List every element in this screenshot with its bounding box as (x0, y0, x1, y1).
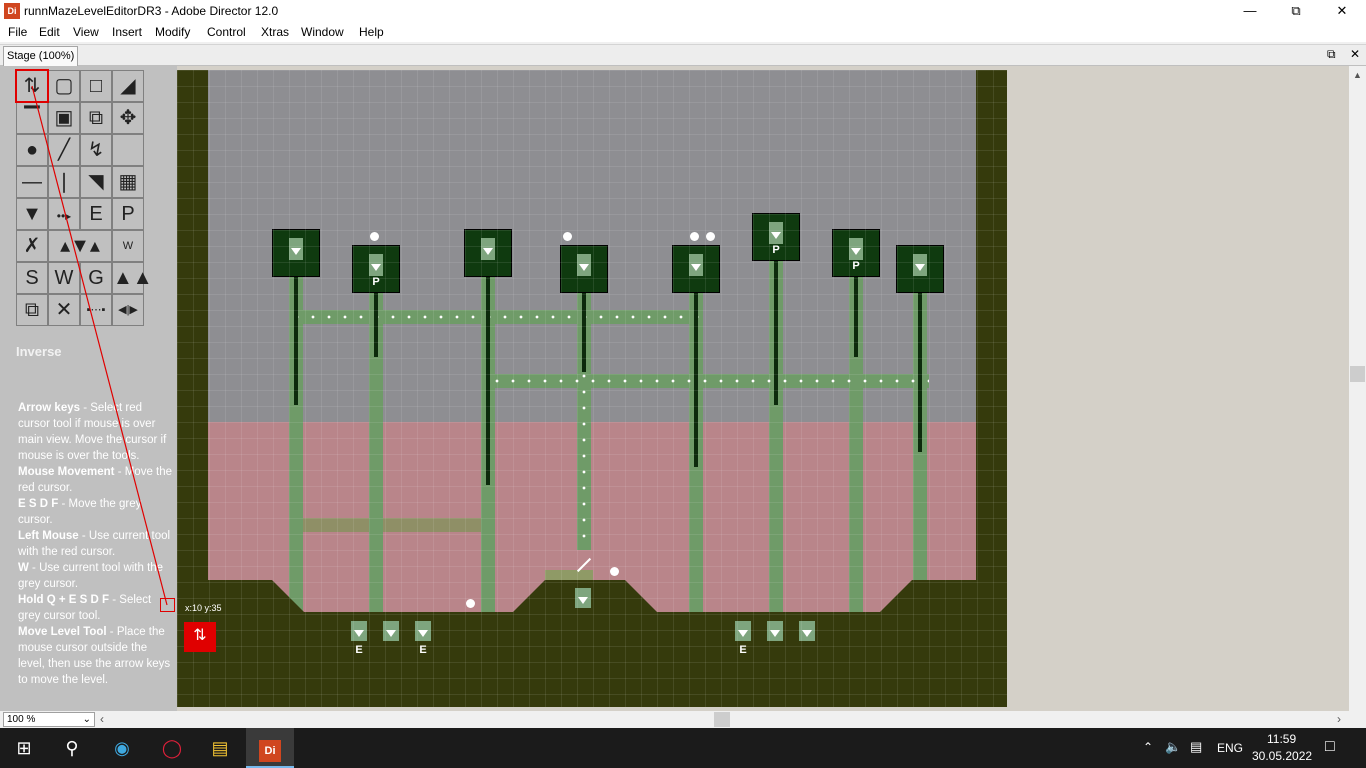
level-grid (177, 70, 1007, 707)
menu-window[interactable]: Window (301, 25, 344, 39)
scroll-right-icon[interactable]: › (1337, 712, 1341, 726)
vertical-scroll-thumb[interactable] (1350, 366, 1365, 382)
clock-time[interactable]: 11:59 (1267, 732, 1296, 746)
menu-bar: File Edit View Insert Modify Control Xtr… (0, 22, 1366, 42)
stage-workspace: ⇅ ▢ □ ◢ ▔ ▣ ⧉ ✥ ● ╱ ↯ — ❘ ◥ ▦ ▼ ••▸ E P … (0, 66, 1349, 711)
zoom-dropdown[interactable]: 100 % ⌄ (3, 712, 95, 727)
volume-icon[interactable]: 🔈 (1165, 739, 1181, 755)
close-button[interactable]: ✕ (1319, 0, 1365, 22)
menu-help[interactable]: Help (359, 25, 384, 39)
panel-maximize-icon[interactable]: ⧉ (1327, 47, 1336, 62)
menu-control[interactable]: Control (207, 25, 246, 39)
language-indicator[interactable]: ENG (1217, 741, 1243, 755)
red-cursor-icon: ⇅ (184, 622, 216, 652)
panel-close-icon[interactable]: ✕ (1350, 47, 1360, 61)
file-explorer-icon[interactable]: ▤ (196, 728, 244, 768)
window-title: runnMazeLevelEditorDR3 - Adobe Director … (24, 4, 279, 18)
menu-file[interactable]: File (8, 25, 27, 39)
level-view[interactable]: P P P E E E x:10 y:35 ⇅ (177, 70, 1007, 707)
opera-browser-icon[interactable]: ◯ (148, 728, 196, 768)
menu-insert[interactable]: Insert (112, 25, 142, 39)
vertical-scrollbar[interactable]: ▲ (1349, 66, 1366, 711)
menu-edit[interactable]: Edit (39, 25, 60, 39)
menu-modify[interactable]: Modify (155, 25, 190, 39)
stage-tab[interactable]: Stage (100%) (3, 46, 79, 66)
scroll-up-icon[interactable]: ▲ (1353, 70, 1362, 80)
minimize-icon: — (1243, 3, 1257, 18)
horizontal-scrollbar[interactable]: ‹ › (0, 711, 1366, 728)
zoom-value: 100 % (7, 714, 36, 725)
search-icon[interactable]: ⚲ (48, 728, 96, 768)
minimize-button[interactable]: — (1227, 0, 1273, 22)
chevron-down-icon: ⌄ (82, 714, 91, 725)
cursor-guide-line (31, 85, 168, 606)
title-bar: Di runnMazeLevelEditorDR3 - Adobe Direct… (0, 0, 1366, 22)
scroll-left-icon[interactable]: ‹ (100, 712, 104, 726)
menu-view[interactable]: View (73, 25, 99, 39)
close-icon: ✕ (1336, 3, 1348, 18)
notifications-icon[interactable]: □ (1325, 738, 1335, 756)
director-taskbar-button[interactable]: Di (246, 728, 294, 768)
restore-button[interactable]: ⧉ (1273, 0, 1319, 22)
network-icon[interactable]: ▤ (1190, 739, 1202, 755)
stage-tab-bar: Stage (100%) ⧉ ✕ (0, 44, 1366, 66)
menu-xtras[interactable]: Xtras (261, 25, 289, 39)
edge-browser-icon[interactable]: ◉ (98, 728, 146, 768)
cursor-coordinate-readout: x:10 y:35 (185, 603, 222, 613)
help-key: Move Level Tool (18, 626, 107, 638)
chevron-up-icon[interactable]: ⌃ (1143, 740, 1153, 754)
taskbar: ⊞ ⚲ ◉ ◯ ▤ Di ⌃ 🔈 ▤ ENG 11:59 30.05.2022 … (0, 728, 1366, 768)
windows-start-icon[interactable]: ⊞ (0, 728, 48, 768)
director-taskbar-icon: Di (259, 740, 281, 762)
director-app-icon[interactable]: Di (4, 3, 20, 19)
restore-icon: ⧉ (1291, 3, 1301, 18)
horizontal-scroll-thumb[interactable] (714, 712, 730, 727)
clock-date[interactable]: 30.05.2022 (1252, 749, 1312, 763)
